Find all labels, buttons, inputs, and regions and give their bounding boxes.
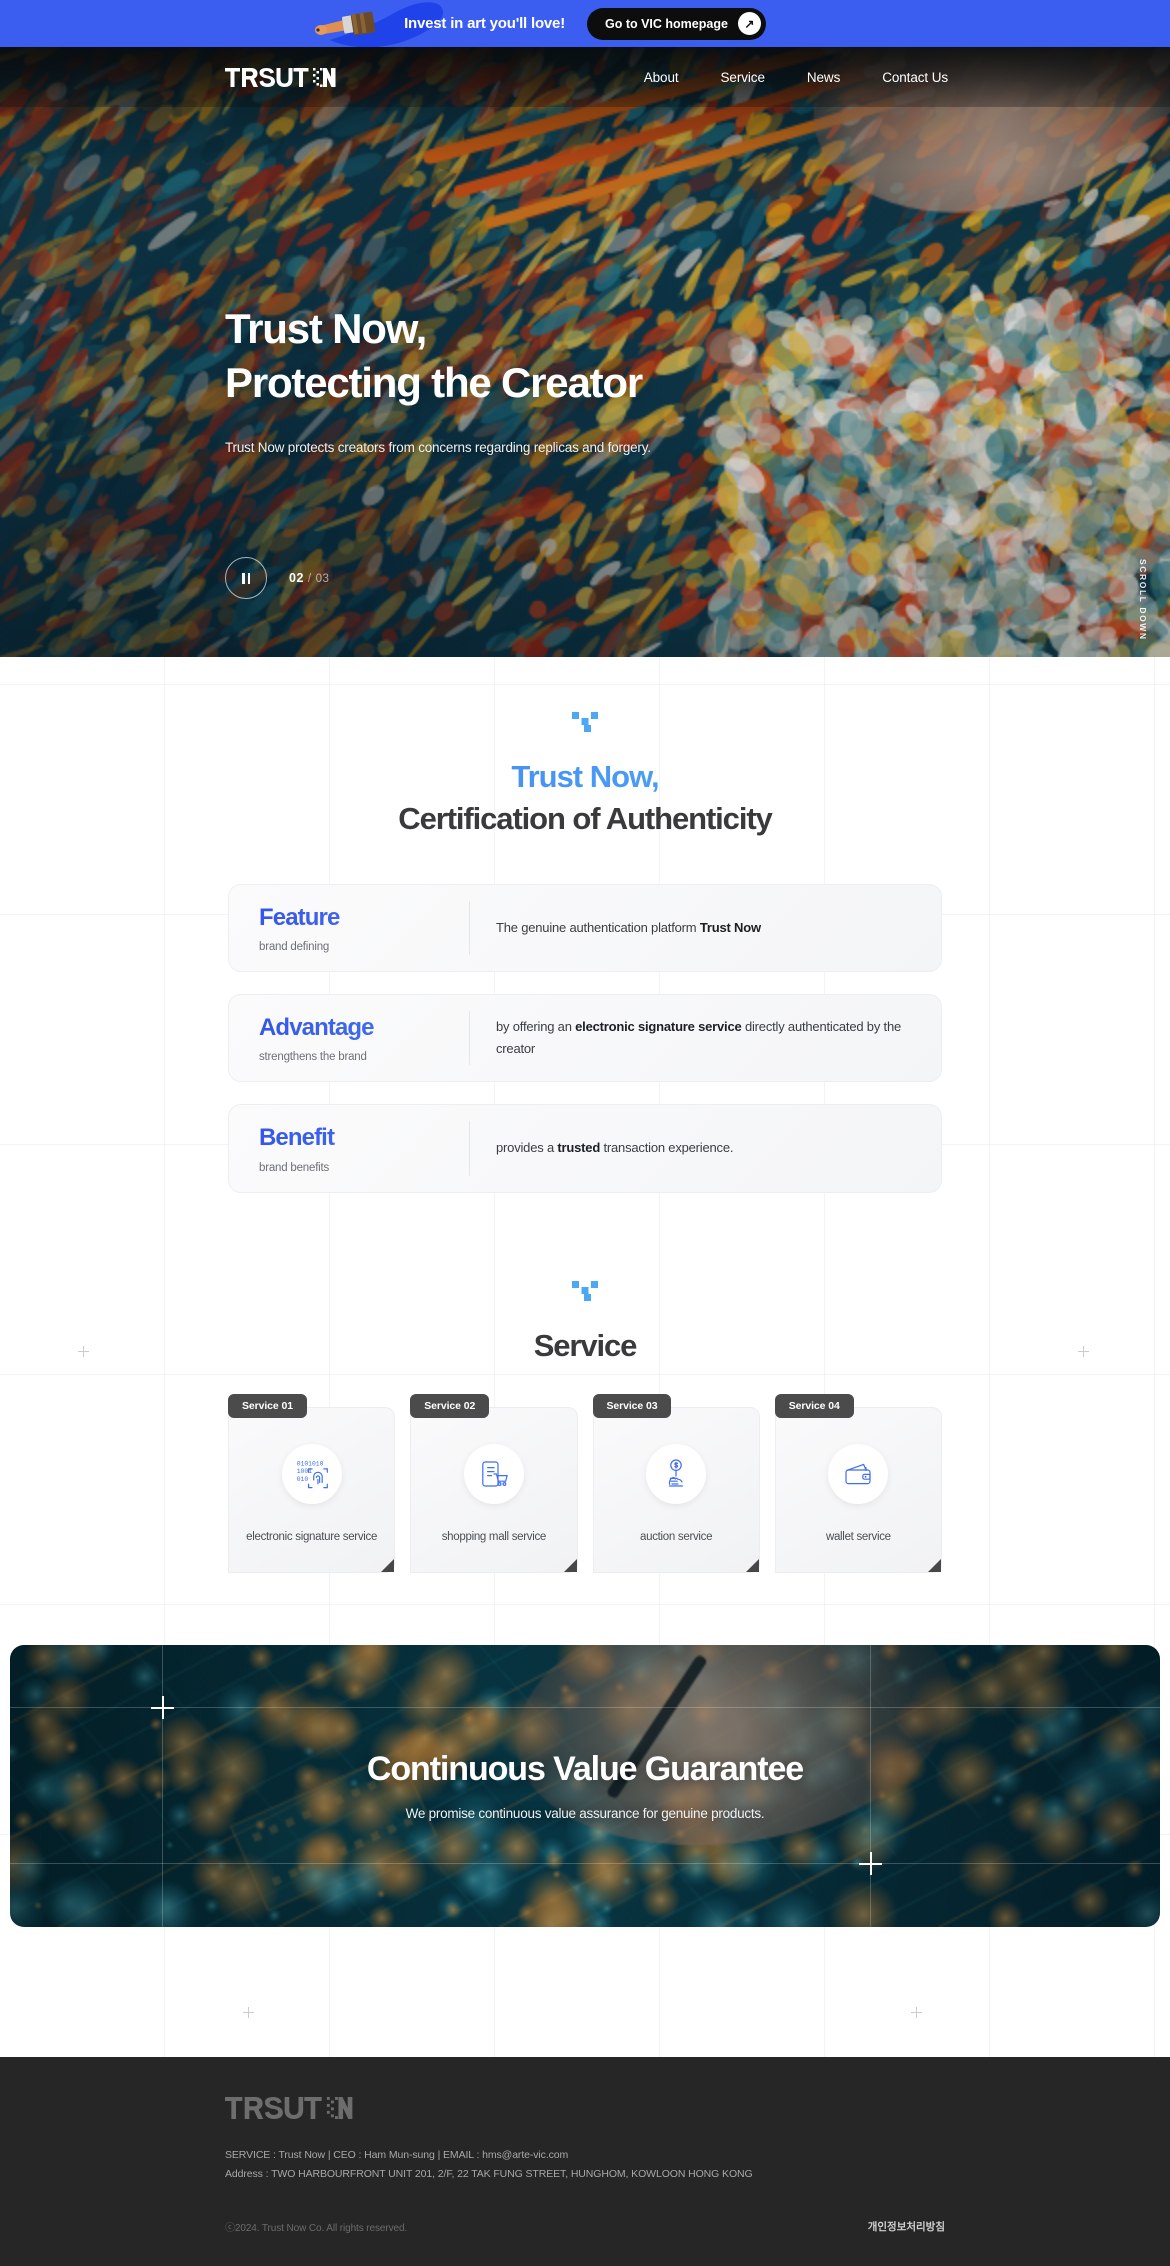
benefit-card-body: provides a trusted transaction experienc… bbox=[470, 1105, 941, 1191]
slide-counter: 02 / 03 bbox=[289, 571, 329, 585]
guarantee-banner: Continuous Value Guarantee We promise co… bbox=[10, 1644, 1160, 1927]
footer-logo[interactable] bbox=[225, 2096, 355, 2119]
guarantee-banner-wrap: Continuous Value Guarantee We promise co… bbox=[0, 1573, 1170, 1927]
service-card-02-label: shopping mall service bbox=[441, 1530, 547, 1543]
promo-text: Invest in art you'll love! bbox=[404, 15, 565, 32]
nav-link-about[interactable]: About bbox=[644, 70, 679, 85]
advantage-card-body: by offering an electronic signature serv… bbox=[470, 995, 941, 1081]
binary-fingerprint-icon: 0101010 1001 010 bbox=[281, 1443, 342, 1504]
bottom-spacer bbox=[0, 1927, 1170, 2057]
hero-section: About Service News Contact Us Trust Now,… bbox=[0, 47, 1170, 657]
landing-page: Invest in art you'll love! Go to VIC hom… bbox=[0, 0, 1170, 2266]
main-navigation: About Service News Contact Us bbox=[0, 47, 1170, 107]
feature-card: Feature brand defining The genuine authe… bbox=[228, 883, 942, 973]
nav-link-news[interactable]: News bbox=[807, 70, 840, 85]
service-cards: Service 01 0101010 1001 010 electronic s… bbox=[228, 1393, 942, 1573]
service-section: Service Service 01 0101010 1001 010 elec… bbox=[0, 1193, 1170, 1573]
service-card-04-tag: Service 04 bbox=[774, 1393, 854, 1418]
advantage-card-title: Advantage bbox=[259, 1014, 469, 1041]
banner-plus-marker bbox=[151, 1695, 174, 1719]
certification-main-title: Certification of Authenticity bbox=[398, 800, 773, 836]
benefit-body-bold: trusted bbox=[557, 1140, 601, 1156]
auction-hand-coin-icon bbox=[646, 1443, 707, 1504]
feature-body-pre: The genuine authentication platform bbox=[496, 919, 700, 935]
pause-icon[interactable] bbox=[225, 557, 267, 599]
nav-link-service[interactable]: Service bbox=[721, 70, 765, 85]
service-card-04-label: wallet service bbox=[825, 1530, 891, 1543]
nav-links: About Service News Contact Us bbox=[644, 70, 948, 85]
pixel-t-icon bbox=[572, 712, 598, 732]
hero-title-line-1: Trust Now, bbox=[225, 305, 427, 352]
feature-card-title: Feature bbox=[259, 904, 469, 931]
vic-homepage-label: Go to VIC homepage bbox=[604, 16, 728, 31]
slide-current: 02 bbox=[289, 571, 304, 585]
slide-separator: / bbox=[307, 573, 312, 585]
content-sections: Trust Now, Certification of Authenticity… bbox=[0, 657, 1170, 2254]
hero-subtitle: Trust Now protects creators from concern… bbox=[225, 439, 651, 455]
hero-slider-controls: 02 / 03 bbox=[225, 557, 329, 599]
promo-banner: Invest in art you'll love! Go to VIC hom… bbox=[0, 0, 1170, 47]
benefit-card: Benefit brand benefits provides a truste… bbox=[228, 1104, 942, 1193]
pixel-t-icon bbox=[572, 1280, 598, 1301]
service-card-03-tag: Service 03 bbox=[592, 1393, 672, 1418]
svg-text:0101010: 0101010 bbox=[296, 1460, 323, 1467]
advantage-body-bold: electronic signature service bbox=[575, 1018, 742, 1034]
hero-content: Trust Now, Protecting the Creator Trust … bbox=[225, 302, 651, 455]
advantage-body-pre: by offering an bbox=[496, 1018, 576, 1034]
svg-text:010: 010 bbox=[296, 1476, 308, 1483]
footer-company-info: SERVICE : Trust Now | CEO : Ham Mun-sung… bbox=[225, 2146, 945, 2185]
benefit-body-post: transaction experience. bbox=[600, 1140, 734, 1156]
service-card-04[interactable]: Service 04 wallet service bbox=[774, 1393, 942, 1573]
feature-body-bold: Trust Now bbox=[699, 919, 761, 935]
advantage-card: Advantage strengthens the brand by offer… bbox=[228, 994, 942, 1083]
benefit-card-title: Benefit bbox=[259, 1125, 469, 1152]
vic-homepage-button[interactable]: Go to VIC homepage ↗ bbox=[586, 7, 766, 40]
banner-title: Continuous Value Guarantee bbox=[366, 1750, 804, 1789]
service-card-01[interactable]: Service 01 0101010 1001 010 electronic s… bbox=[228, 1393, 396, 1573]
wallet-icon bbox=[828, 1443, 889, 1504]
service-card-02[interactable]: Service 02 shopping mall service bbox=[410, 1393, 578, 1573]
certification-cards: Feature brand defining The genuine authe… bbox=[228, 883, 942, 1193]
slide-total: 03 bbox=[315, 573, 330, 585]
feature-card-subtitle: brand defining bbox=[259, 941, 330, 954]
feature-card-body: The genuine authentication platform Trus… bbox=[470, 885, 941, 971]
benefit-body-pre: provides a bbox=[496, 1140, 558, 1156]
benefit-card-subtitle: brand benefits bbox=[259, 1161, 330, 1174]
service-card-01-tag: Service 01 bbox=[228, 1393, 307, 1418]
mobile-shopping-cart-icon bbox=[463, 1443, 524, 1504]
service-card-02-tag: Service 02 bbox=[410, 1393, 490, 1418]
site-footer: SERVICE : Trust Now | CEO : Ham Mun-sung… bbox=[0, 2056, 1170, 2266]
service-title: Service bbox=[533, 1327, 638, 1363]
site-logo[interactable] bbox=[225, 63, 337, 91]
trust-now-logo-icon bbox=[225, 67, 336, 87]
footer-info-line-1: SERVICE : Trust Now | CEO : Ham Mun-sung… bbox=[225, 2148, 569, 2161]
scroll-down-label: SCROLL DOWN bbox=[1138, 559, 1148, 641]
footer-info-line-2: Address : TWO HARBOURFRONT UNIT 201, 2/F… bbox=[225, 2168, 753, 2181]
arrow-up-right-icon: ↗ bbox=[737, 12, 761, 35]
banner-subtitle: We promise continuous value assurance fo… bbox=[405, 1806, 765, 1822]
hero-title-line-2: Protecting the Creator bbox=[225, 358, 643, 406]
service-card-03[interactable]: Service 03 auction service bbox=[592, 1393, 760, 1573]
nav-link-contact-us[interactable]: Contact Us bbox=[882, 70, 948, 85]
advantage-card-subtitle: strengthens the brand bbox=[259, 1051, 367, 1064]
service-card-03-label: auction service bbox=[640, 1530, 713, 1543]
banner-plus-marker bbox=[859, 1851, 882, 1875]
certification-accent-title: Trust Now, bbox=[0, 759, 1170, 795]
certification-section: Trust Now, Certification of Authenticity… bbox=[0, 657, 1170, 1193]
service-card-01-label: electronic signature service bbox=[246, 1530, 378, 1543]
